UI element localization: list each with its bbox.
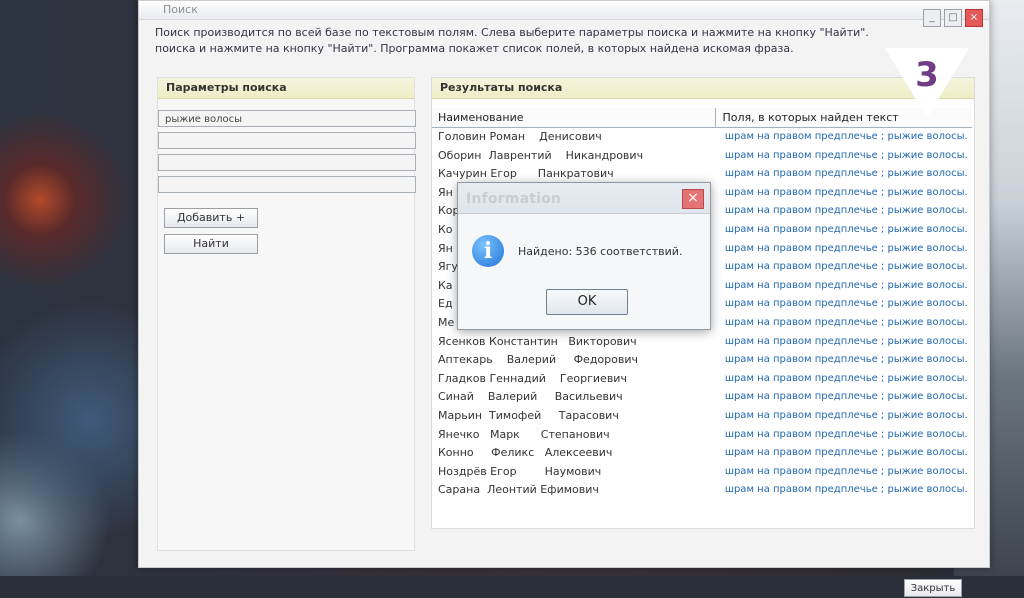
cell-fields: шрам на правом предплечье ; рыжие волосы…: [724, 223, 968, 235]
table-row[interactable]: Ясенков Константин Викторович шрам на пра…: [432, 333, 972, 352]
cell-name: Сарана Леонтий Ефимович: [438, 483, 599, 497]
cell-name: Ясенков Константин Викторович: [438, 334, 637, 348]
cell-fields: шрам на правом предплечье ; рыжие волосы…: [724, 316, 968, 328]
cell-fields: шрам на правом предплечье ; рыжие волосы…: [724, 186, 968, 198]
logo-digit: 3: [915, 55, 939, 95]
cell-fields: шрам на правом предплечье ; рыжие волосы…: [724, 484, 968, 496]
info-dialog: Information × i Найдено: 536 соответстви…: [457, 182, 711, 330]
table-row[interactable]: Аптекарь Валерий Федорович шрам на правом…: [432, 351, 972, 370]
close-button[interactable]: Закрыть: [904, 579, 962, 597]
table-row[interactable]: Качурин Егор Панкратович шрам на правом п…: [432, 165, 972, 184]
cell-name: Головин Роман Денисович: [438, 130, 602, 143]
table-row[interactable]: Синай Валерий Васильевич шрам на правом п…: [432, 388, 972, 407]
cell-fields: шрам на правом предплечье ; рыжие волосы…: [724, 354, 968, 366]
search-param-input-1[interactable]: рыжие волосы: [158, 110, 416, 127]
search-param-input-2[interactable]: [158, 132, 416, 149]
search-params-panel: Параметры поиска рыжие волосы Добавить +…: [157, 77, 416, 551]
instructions-line-2: поиска и нажмите на кнопку "Найти". Прог…: [155, 42, 794, 55]
window-controls: _ □ ×: [923, 9, 983, 27]
maximize-button[interactable]: □: [944, 9, 962, 27]
search-params-header: Параметры поиска: [158, 78, 414, 99]
window-close-button[interactable]: ×: [965, 9, 983, 27]
table-row[interactable]: Янечко Марк Степанович шрам на правом пре…: [432, 426, 972, 445]
column-header-name[interactable]: Наименование: [432, 108, 717, 127]
cell-fields: шрам на правом предплечье ; рыжие волосы…: [724, 242, 968, 254]
add-param-button[interactable]: Добавить +: [164, 208, 258, 228]
dialog-title: Information: [466, 191, 562, 207]
cell-name: Синай Валерий Васильевич: [438, 390, 623, 404]
cell-fields: шрам на правом предплечье ; рыжие волосы…: [724, 465, 968, 477]
cell-fields: шрам на правом предплечье ; рыжие волосы…: [724, 205, 968, 217]
info-icon: i: [472, 235, 504, 267]
table-row[interactable]: Оборин Лаврентий Никандрович шрам на прав…: [432, 147, 972, 166]
cell-fields: шрам на правом предплечье ; рыжие волосы…: [724, 149, 968, 161]
dialog-titlebar: Information ×: [458, 183, 710, 214]
cell-fields: шрам на правом предплечье ; рыжие волосы…: [724, 335, 968, 347]
search-param-input-4[interactable]: [158, 176, 416, 193]
cell-fields: шрам на правом предплечье ; рыжие волосы…: [724, 131, 968, 142]
cell-name: Янечко Марк Степанович: [438, 427, 610, 441]
cell-fields: шрам на правом предплечье ; рыжие волосы…: [724, 409, 968, 421]
ok-button[interactable]: OK: [546, 289, 628, 315]
window-titlebar: Поиск _ □ ×: [139, 1, 989, 27]
cell-name: Ноздрёв Егор Наумович: [438, 464, 602, 478]
cell-fields: шрам на правом предплечье ; рыжие волосы…: [724, 261, 968, 273]
table-row[interactable]: Конно Феликс Алексеевич шрам на правом пр…: [432, 444, 972, 463]
cell-fields: шрам на правом предплечье ; рыжие волосы…: [724, 447, 968, 459]
table-row[interactable]: Ноздрёв Егор Наумович шрам на правом пред…: [432, 463, 972, 482]
table-row[interactable]: Сарана Леонтий Ефимович шрам на правом пр…: [432, 481, 972, 500]
cell-fields: шрам на правом предплечье ; рыжие волосы…: [724, 372, 968, 384]
cell-fields: шрам на правом предплечье ; рыжие волосы…: [724, 428, 968, 440]
table-row[interactable]: Марьин Тимофей Тарасович шрам на правом п…: [432, 407, 972, 426]
cell-name: Марьин Тимофей Тарасович: [438, 408, 619, 422]
dialog-close-button[interactable]: ×: [682, 189, 704, 209]
cell-name: Гладков Геннадий Георгиевич: [438, 371, 627, 385]
cell-name: Оборин Лаврентий Никандрович: [438, 148, 644, 162]
table-row[interactable]: Гладков Геннадий Георгиевич шрам на право…: [432, 370, 972, 389]
cell-name: Аптекарь Валерий Федорович: [438, 353, 638, 367]
dialog-message: Найдено: 536 соответствий.: [518, 245, 683, 258]
cell-name: Качурин Егор Панкратович: [438, 167, 614, 181]
cell-fields: шрам на правом предплечье ; рыжие волосы…: [724, 391, 968, 403]
find-button[interactable]: Найти: [164, 234, 258, 254]
instructions-line-1: Поиск производится по всей базе по текст…: [155, 26, 869, 39]
window-title: Поиск: [163, 3, 198, 16]
cell-fields: шрам на правом предплечье ; рыжие волосы…: [724, 279, 968, 291]
cell-fields: шрам на правом предплечье ; рыжие волосы…: [724, 168, 968, 180]
cell-name: Конно Феликс Алексеевич: [438, 446, 613, 460]
instructions: Поиск производится по всей базе по текст…: [155, 25, 869, 57]
channel-logo: 3: [885, 48, 969, 118]
cell-fields: шрам на правом предплечье ; рыжие волосы…: [724, 298, 968, 310]
search-param-input-3[interactable]: [158, 154, 416, 171]
minimize-button[interactable]: _: [923, 9, 941, 27]
table-row[interactable]: Головин Роман Денисович шрам на правом пр…: [432, 128, 972, 147]
